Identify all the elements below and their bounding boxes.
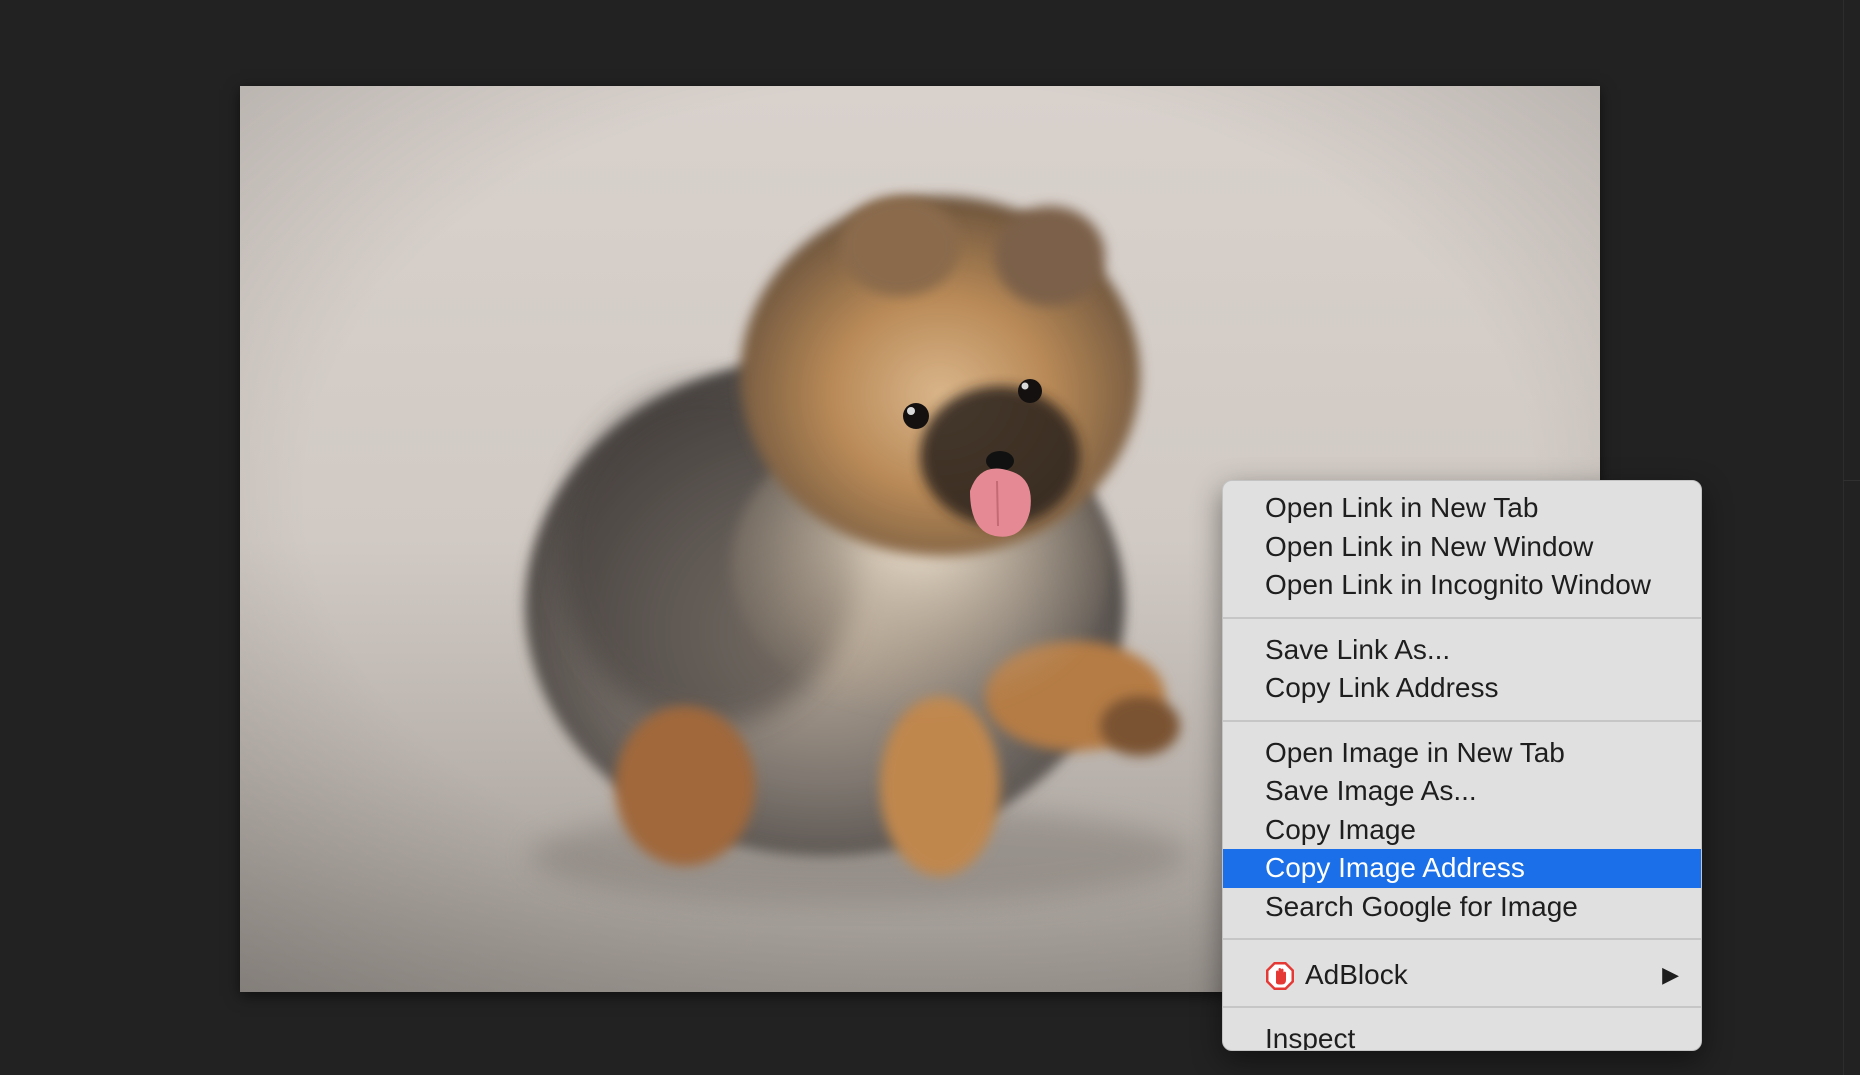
menu-group-extensions: AdBlock ▶ — [1223, 952, 1701, 998]
menu-group-image: Open Image in New Tab Save Image As... C… — [1223, 734, 1701, 927]
adblock-hand-icon — [1265, 959, 1295, 991]
menu-item-open-image-new-tab[interactable]: Open Image in New Tab — [1223, 734, 1701, 773]
menu-item-open-link-new-tab[interactable]: Open Link in New Tab — [1223, 489, 1701, 528]
menu-separator — [1223, 1006, 1701, 1008]
menu-group-link-save: Save Link As... Copy Link Address — [1223, 631, 1701, 708]
window-edge-tick — [1843, 480, 1860, 481]
menu-item-copy-link-address[interactable]: Copy Link Address — [1223, 669, 1701, 708]
menu-item-open-link-incognito[interactable]: Open Link in Incognito Window — [1223, 566, 1701, 605]
page-stage: Open Link in New Tab Open Link in New Wi… — [0, 0, 1860, 1075]
menu-item-adblock[interactable]: AdBlock ▶ — [1223, 952, 1701, 998]
window-edge-divider — [1843, 0, 1844, 1075]
menu-item-adblock-label: AdBlock — [1305, 959, 1408, 990]
menu-group-devtools: Inspect — [1223, 1020, 1701, 1050]
menu-item-search-google-for-image[interactable]: Search Google for Image — [1223, 888, 1701, 927]
menu-item-save-link-as[interactable]: Save Link As... — [1223, 631, 1701, 670]
menu-item-inspect[interactable]: Inspect — [1223, 1020, 1701, 1050]
menu-item-copy-image-address[interactable]: Copy Image Address — [1223, 849, 1701, 888]
menu-separator — [1223, 938, 1701, 940]
menu-group-link-open: Open Link in New Tab Open Link in New Wi… — [1223, 489, 1701, 605]
menu-item-open-link-new-window[interactable]: Open Link in New Window — [1223, 528, 1701, 567]
submenu-arrow-icon: ▶ — [1662, 962, 1679, 987]
menu-item-save-image-as[interactable]: Save Image As... — [1223, 772, 1701, 811]
menu-item-copy-image[interactable]: Copy Image — [1223, 811, 1701, 850]
context-menu: Open Link in New Tab Open Link in New Wi… — [1222, 480, 1702, 1051]
menu-separator — [1223, 616, 1701, 619]
menu-separator — [1223, 719, 1701, 722]
